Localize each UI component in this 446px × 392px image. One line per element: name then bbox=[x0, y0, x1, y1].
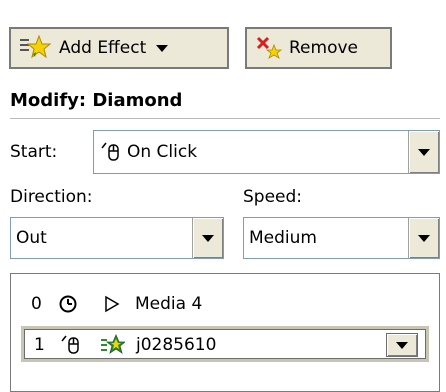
effect-index: 0 bbox=[31, 294, 42, 314]
direction-select[interactable]: Out bbox=[10, 217, 224, 259]
speed-value: Medium bbox=[249, 228, 317, 248]
chevron-down-icon bbox=[156, 38, 169, 58]
remove-button[interactable]: Remove bbox=[245, 27, 392, 69]
dropdown-arrow-icon bbox=[418, 148, 430, 156]
speed-label: Speed: bbox=[243, 187, 303, 207]
dropdown-arrow-icon bbox=[396, 341, 408, 349]
effect-name: Media 4 bbox=[135, 294, 203, 314]
star-effect-icon bbox=[100, 334, 126, 356]
start-label: Start: bbox=[10, 142, 58, 162]
remove-label: Remove bbox=[289, 38, 358, 58]
selected-item-dropdown-button[interactable] bbox=[386, 333, 418, 357]
start-value: On Click bbox=[127, 142, 198, 162]
add-effect-label: Add Effect bbox=[59, 38, 147, 58]
direction-dropdown-button[interactable] bbox=[192, 218, 223, 258]
speed-dropdown-button[interactable] bbox=[408, 218, 439, 258]
mouse-click-icon bbox=[58, 333, 84, 357]
add-effect-star-icon bbox=[19, 34, 52, 61]
heading-divider bbox=[10, 118, 440, 119]
dropdown-arrow-icon bbox=[418, 234, 430, 242]
effect-index: 1 bbox=[34, 335, 45, 355]
direction-label: Direction: bbox=[10, 187, 93, 207]
modify-heading: Modify: Diamond bbox=[10, 90, 183, 111]
selected-list-item[interactable]: 1 j0285610 bbox=[21, 326, 429, 362]
list-item[interactable]: 0 Media 4 bbox=[31, 290, 421, 318]
add-effect-button[interactable]: Add Effect bbox=[9, 27, 229, 69]
selected-item-dropdown[interactable] bbox=[386, 333, 418, 357]
start-select[interactable]: On Click bbox=[93, 130, 440, 174]
start-dropdown-button[interactable] bbox=[408, 131, 439, 173]
dropdown-arrow-icon bbox=[202, 234, 214, 242]
direction-value: Out bbox=[16, 228, 47, 248]
remove-x-icon bbox=[255, 35, 283, 61]
effect-name: j0285610 bbox=[136, 335, 217, 355]
mouse-click-icon bbox=[100, 140, 122, 164]
effects-list[interactable]: 0 Media 4 1 j0285610 bbox=[10, 273, 440, 392]
speed-select[interactable]: Medium bbox=[243, 217, 440, 259]
clock-icon bbox=[55, 294, 81, 314]
play-triangle-icon bbox=[99, 295, 125, 313]
